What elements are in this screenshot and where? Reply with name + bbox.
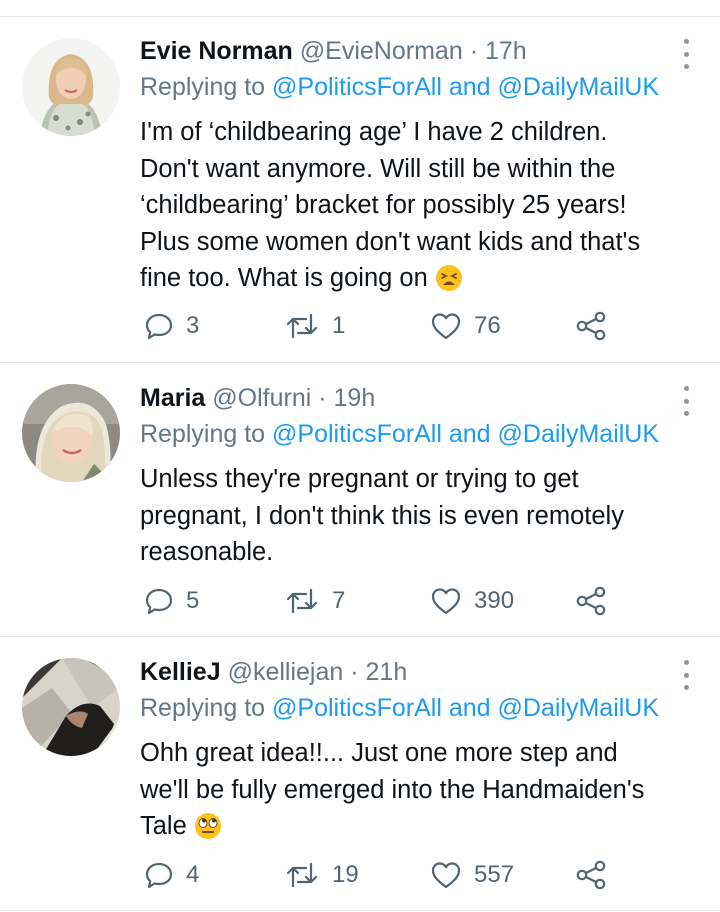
text-line-content: fine too. What is going on <box>140 264 428 292</box>
text-line: we'll be fully emerged into the Handmaid… <box>140 775 645 804</box>
tweet[interactable]: Maria @Olfurni · 19h Replying to @Politi… <box>0 364 720 636</box>
retweet-icon <box>286 313 318 339</box>
tweet[interactable]: KellieJ @kelliejan · 21h Replying to @Po… <box>0 638 720 910</box>
like-button[interactable]: 390 <box>430 584 514 618</box>
separator-dot: · <box>318 384 327 412</box>
reply-mention-link[interactable]: @PoliticsForAll <box>272 73 442 101</box>
text-line: Unless they're pregnant or trying to get <box>140 465 579 493</box>
separator-dot: · <box>350 658 359 686</box>
share-button[interactable] <box>574 858 608 892</box>
separator-dot: · <box>469 37 479 65</box>
tweet-text: Unless they're pregnant or trying to get… <box>140 461 700 571</box>
replying-to: Replying to @PoliticsForAll and @DailyMa… <box>140 71 659 103</box>
avatar[interactable] <box>22 38 120 136</box>
text-line: reasonable. <box>140 538 274 566</box>
author-name[interactable]: Evie Norman <box>140 37 293 65</box>
retweet-button[interactable]: 1 <box>284 309 345 343</box>
retweet-count: 7 <box>332 587 346 614</box>
more-options-icon[interactable] <box>674 386 698 416</box>
reply-mention-link[interactable]: @DailyMailUK <box>498 73 660 101</box>
reply-and-text: and <box>448 694 491 722</box>
reply-and-text: and <box>448 420 491 448</box>
share-icon <box>576 860 606 890</box>
reply-mention-link[interactable]: @PoliticsForAll <box>272 420 442 448</box>
timestamp[interactable]: 17h <box>485 37 527 65</box>
tweet-divider <box>0 910 720 911</box>
retweet-button[interactable]: 19 <box>284 858 359 892</box>
retweet-count: 1 <box>332 312 346 339</box>
reply-count: 4 <box>186 861 200 888</box>
tweet-header: Evie Norman @EvieNorman · 17h <box>140 35 660 67</box>
share-button[interactable] <box>574 309 608 343</box>
more-options-icon[interactable] <box>674 39 698 69</box>
avatar[interactable] <box>22 658 120 756</box>
share-icon <box>576 586 606 616</box>
tweet-actions: 4 19 557 <box>140 858 620 892</box>
reply-mention-link[interactable]: @DailyMailUK <box>498 694 660 722</box>
reply-count: 5 <box>186 587 200 614</box>
replying-to: Replying to @PoliticsForAll and @DailyMa… <box>140 692 659 724</box>
like-count: 390 <box>474 587 515 614</box>
text-line: Tale <box>140 808 700 845</box>
author-name[interactable]: KellieJ <box>140 658 221 686</box>
tweet-text: I'm of ‘childbearing age’ I have 2 child… <box>140 114 700 297</box>
reply-icon <box>145 313 173 340</box>
timestamp[interactable]: 19h <box>334 384 376 412</box>
avatar[interactable] <box>22 384 120 482</box>
tweet-actions: 3 1 76 <box>140 309 620 343</box>
text-line: fine too. What is going on <box>140 260 700 297</box>
text-line: Don't want anymore. Will still be within… <box>140 154 616 183</box>
reply-button[interactable]: 5 <box>144 584 199 618</box>
author-handle[interactable]: @kelliejan <box>228 658 344 686</box>
tweet-actions: 5 7 390 <box>140 584 620 618</box>
reply-and-text: and <box>448 73 491 101</box>
like-count: 76 <box>474 312 501 339</box>
replying-to-label: Replying to <box>140 73 266 101</box>
author-handle[interactable]: @EvieNorman <box>300 37 463 65</box>
replying-to-label: Replying to <box>140 694 266 722</box>
retweet-button[interactable]: 7 <box>284 584 345 618</box>
tweet-header: KellieJ @kelliejan · 21h <box>140 656 660 688</box>
heart-icon <box>431 313 461 340</box>
reply-count: 3 <box>186 312 200 339</box>
author-handle[interactable]: @Olfurni <box>212 384 311 412</box>
tweet[interactable]: Evie Norman @EvieNorman · 17h Replying t… <box>0 17 720 362</box>
like-button[interactable]: 557 <box>430 858 514 892</box>
like-button[interactable]: 76 <box>430 309 501 343</box>
reply-mention-link[interactable]: @DailyMailUK <box>498 420 660 448</box>
weary-face-emoji-icon <box>435 265 462 291</box>
tweet-divider <box>0 362 720 363</box>
retweet-icon <box>286 862 318 888</box>
text-line: Ohh great idea!!... Just one more step a… <box>140 739 618 767</box>
more-options-icon[interactable] <box>674 660 698 690</box>
retweet-count: 19 <box>332 861 359 888</box>
text-line-content: Tale <box>140 812 187 840</box>
like-count: 557 <box>474 861 515 888</box>
text-line: ‘childbearing’ bracket for possibly 25 y… <box>140 191 627 219</box>
author-name[interactable]: Maria <box>140 384 205 412</box>
share-button[interactable] <box>574 584 608 618</box>
tweet-header: Maria @Olfurni · 19h <box>140 382 660 414</box>
reply-icon <box>145 862 173 889</box>
text-line: I'm of ‘childbearing age’ I have 2 child… <box>140 118 608 146</box>
text-line: Plus some women don't want kids and that… <box>140 227 641 256</box>
rolling-eyes-emoji-icon <box>194 813 221 839</box>
tweet-divider <box>0 636 720 637</box>
text-line: pregnant, I don't think this is even rem… <box>140 501 624 530</box>
replying-to: Replying to @PoliticsForAll and @DailyMa… <box>140 418 659 450</box>
reply-mention-link[interactable]: @PoliticsForAll <box>272 694 442 722</box>
reply-button[interactable]: 3 <box>144 309 199 343</box>
replying-to-label: Replying to <box>140 420 266 448</box>
reply-button[interactable]: 4 <box>144 858 199 892</box>
reply-icon <box>145 588 173 615</box>
heart-icon <box>431 588 461 615</box>
timestamp[interactable]: 21h <box>366 658 408 686</box>
share-icon <box>576 311 606 341</box>
tweet-text: Ohh great idea!!... Just one more step a… <box>140 735 700 845</box>
retweet-icon <box>286 588 318 614</box>
heart-icon <box>431 862 461 889</box>
